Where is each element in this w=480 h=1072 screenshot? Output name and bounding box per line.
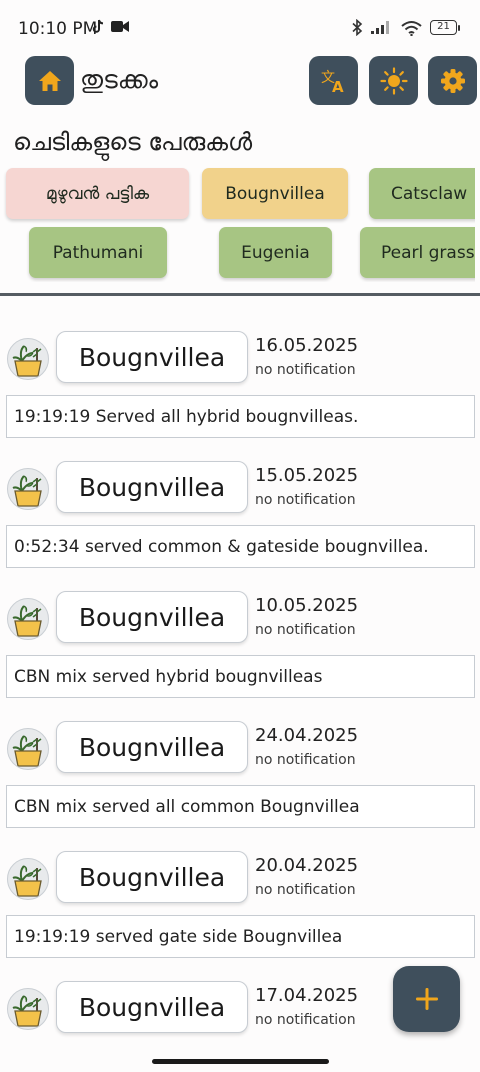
plant-name-box[interactable]: Bougnvillea bbox=[56, 851, 248, 903]
plant-filter-chips: മുഴുവൻ പട്ടിക Bougnvillea Catsclaw Pathu… bbox=[0, 166, 475, 282]
entry-note[interactable]: CBN mix served hybrid bougnvilleas bbox=[6, 655, 475, 698]
entry-notification-status: no notification bbox=[255, 622, 356, 638]
plant-avatar bbox=[7, 988, 49, 1030]
plant-name-box[interactable]: Bougnvillea bbox=[56, 591, 248, 643]
chip-catsclaw[interactable]: Catsclaw bbox=[369, 168, 475, 219]
sun-icon bbox=[379, 66, 408, 95]
entry-notification-status: no notification bbox=[255, 1012, 356, 1028]
log-list[interactable]: Bougnvillea 16.05.2025 no notification 1… bbox=[0, 296, 480, 1072]
entry-date: 20.04.2025 bbox=[255, 855, 359, 876]
entry-note[interactable]: 19:19:19 Served all hybrid bougnvilleas. bbox=[6, 395, 475, 438]
potted-plant-icon bbox=[12, 345, 42, 377]
chip-pearl-grass[interactable]: Pearl grass bbox=[360, 227, 475, 278]
home-button[interactable] bbox=[25, 56, 74, 105]
log-entry-header: Bougnvillea 24.04.2025 no notification bbox=[0, 721, 480, 781]
translate-icon: 文 A bbox=[321, 70, 344, 94]
gesture-home-indicator[interactable] bbox=[152, 1059, 329, 1064]
plant-name-box[interactable]: Bougnvillea bbox=[56, 721, 248, 773]
plant-name-box[interactable]: Bougnvillea bbox=[56, 981, 248, 1033]
plant-name-box[interactable]: Bougnvillea bbox=[56, 331, 248, 383]
battery-level: 21 bbox=[430, 20, 457, 35]
battery-tip bbox=[458, 24, 460, 31]
entry-notification-status: no notification bbox=[255, 752, 356, 768]
theme-toggle-button[interactable] bbox=[369, 56, 418, 105]
entry-date: 24.04.2025 bbox=[255, 725, 359, 746]
entry-date: 10.05.2025 bbox=[255, 595, 359, 616]
log-entry-header: Bougnvillea 10.05.2025 no notification bbox=[0, 591, 480, 651]
potted-plant-icon bbox=[12, 865, 42, 897]
chip-pathumani[interactable]: Pathumani bbox=[29, 227, 167, 278]
entry-note[interactable]: 19:19:19 served gate side Bougnvillea bbox=[6, 915, 475, 958]
potted-plant-icon bbox=[12, 605, 42, 637]
battery-icon: 21 bbox=[430, 20, 460, 35]
chip-full-list[interactable]: മുഴുവൻ പട്ടിക bbox=[6, 168, 189, 219]
chip-eugenia[interactable]: Eugenia bbox=[219, 227, 332, 278]
plant-avatar bbox=[7, 468, 49, 510]
plant-avatar bbox=[7, 338, 49, 380]
signal-icon bbox=[371, 21, 389, 34]
log-entry-header: Bougnvillea 16.05.2025 no notification bbox=[0, 331, 480, 391]
potted-plant-icon bbox=[12, 735, 42, 767]
plant-avatar bbox=[7, 858, 49, 900]
entry-note[interactable]: 0:52:34 served common & gateside bougnvi… bbox=[6, 525, 475, 568]
gear-icon bbox=[440, 68, 465, 93]
translate-button[interactable]: 文 A bbox=[309, 56, 358, 105]
bluetooth-icon bbox=[352, 19, 363, 36]
home-icon bbox=[38, 70, 61, 91]
entry-notification-status: no notification bbox=[255, 882, 356, 898]
entry-note[interactable]: CBN mix served all common Bougnvillea bbox=[6, 785, 475, 828]
page-title: തുടക്കം bbox=[80, 65, 159, 94]
plant-names-heading: ചെടികളുടെ പേരുകൾ bbox=[13, 128, 253, 156]
status-right-icons: 21 bbox=[352, 19, 460, 36]
svg-text:A: A bbox=[332, 78, 344, 94]
top-app-bar: തുടക്കം 文 A bbox=[0, 54, 480, 110]
wifi-icon bbox=[401, 20, 422, 36]
settings-button[interactable] bbox=[428, 56, 477, 105]
plant-name-box[interactable]: Bougnvillea bbox=[56, 461, 248, 513]
potted-plant-icon bbox=[12, 995, 42, 1027]
log-entry-header: Bougnvillea 15.05.2025 no notification bbox=[0, 461, 480, 521]
status-left-icons bbox=[92, 19, 129, 34]
entry-notification-status: no notification bbox=[255, 492, 356, 508]
video-icon bbox=[111, 21, 129, 32]
plant-avatar bbox=[7, 598, 49, 640]
chip-bougnvillea[interactable]: Bougnvillea bbox=[202, 168, 348, 219]
tiktok-icon bbox=[92, 19, 104, 33]
plant-avatar bbox=[7, 728, 49, 770]
potted-plant-icon bbox=[12, 475, 42, 507]
log-entry-header: Bougnvillea 20.04.2025 no notification bbox=[0, 851, 480, 911]
add-entry-button[interactable] bbox=[393, 966, 460, 1032]
entry-date: 17.04.2025 bbox=[255, 985, 359, 1006]
entry-notification-status: no notification bbox=[255, 362, 356, 378]
entry-date: 16.05.2025 bbox=[255, 335, 359, 356]
plus-icon bbox=[415, 988, 438, 1010]
status-bar: 10:10 PM 21 bbox=[0, 0, 480, 58]
status-time: 10:10 PM bbox=[18, 19, 98, 39]
entry-date: 15.05.2025 bbox=[255, 465, 359, 486]
